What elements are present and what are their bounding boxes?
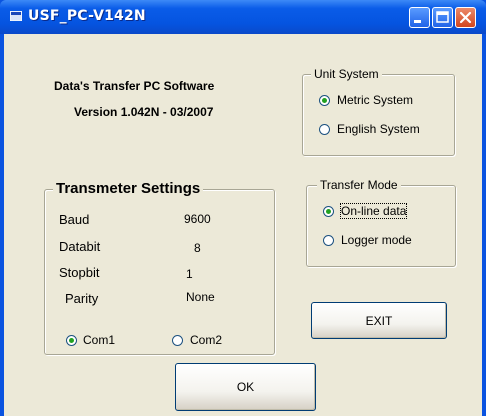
exit-button[interactable]: EXIT	[311, 302, 447, 339]
transmeter-settings-legend: Transmeter Settings	[53, 180, 204, 197]
baud-value: 9600	[184, 212, 211, 226]
application-window: USF_PC-V142N Data's Transfer PC Software…	[0, 0, 486, 416]
english-system-label[interactable]: English System	[337, 122, 420, 136]
maximize-icon	[436, 11, 449, 23]
app-name-label: Data's Transfer PC Software	[54, 79, 215, 93]
logger-mode-label[interactable]: Logger mode	[341, 233, 412, 247]
english-system-radio[interactable]	[319, 124, 330, 135]
com1-label[interactable]: Com1	[83, 333, 115, 347]
parity-label: Parity	[65, 291, 99, 306]
parity-value: None	[186, 290, 215, 304]
transfer-mode-legend: Transfer Mode	[317, 178, 401, 192]
minimize-icon	[414, 20, 421, 23]
minimize-button[interactable]	[409, 7, 430, 28]
dialog-client-area: Data's Transfer PC Software Version 1.04…	[4, 34, 482, 416]
stopbit-value: 1	[186, 267, 193, 281]
unit-system-group: Unit System Metric System English System	[302, 67, 455, 156]
online-data-radio[interactable]	[323, 206, 334, 217]
com2-radio[interactable]	[172, 335, 183, 346]
transmeter-settings-group: Transmeter Settings Baud 9600 Databit 8 …	[44, 180, 275, 355]
window-title: USF_PC-V142N	[28, 8, 146, 24]
logger-mode-radio[interactable]	[323, 235, 334, 246]
baud-label: Baud	[59, 212, 90, 227]
maximize-button[interactable]	[432, 7, 453, 28]
close-icon	[459, 11, 472, 24]
version-label: Version 1.042N - 03/2007	[74, 105, 214, 119]
close-button[interactable]	[455, 7, 476, 28]
unit-system-legend: Unit System	[311, 67, 382, 81]
ok-button[interactable]: OK	[175, 363, 316, 411]
com2-label[interactable]: Com2	[190, 333, 222, 347]
databit-value: 8	[194, 241, 201, 255]
app-icon	[10, 11, 22, 21]
metric-system-label[interactable]: Metric System	[337, 93, 413, 107]
stopbit-label: Stopbit	[59, 265, 100, 280]
online-data-label[interactable]: On-line data	[339, 203, 408, 219]
com1-radio[interactable]	[66, 335, 77, 346]
title-bar[interactable]: USF_PC-V142N	[0, 0, 486, 34]
transfer-mode-group: Transfer Mode On-line data Logger mode	[306, 178, 456, 267]
databit-label: Databit	[59, 239, 101, 254]
metric-system-radio[interactable]	[319, 95, 330, 106]
